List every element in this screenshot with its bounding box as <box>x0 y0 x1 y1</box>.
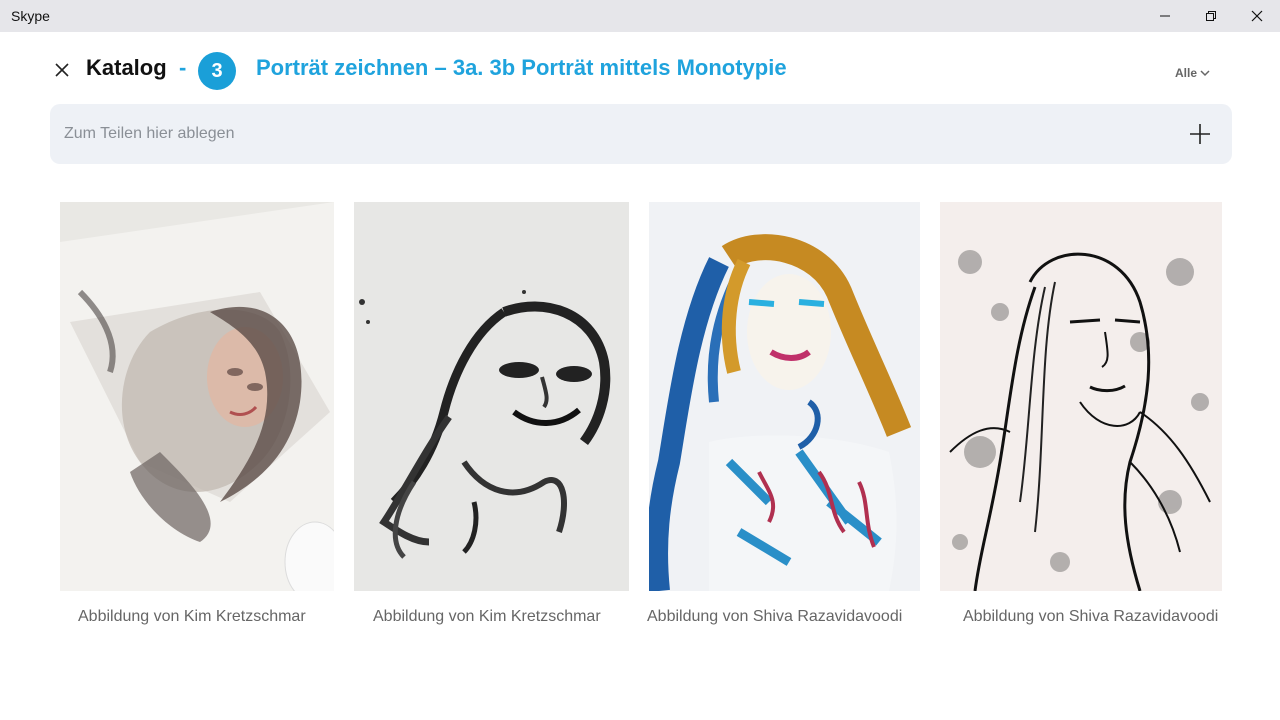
page-title: Katalog <box>86 55 167 80</box>
app-title: Skype <box>11 8 50 24</box>
close-catalog-button[interactable] <box>51 59 73 81</box>
artwork-image[interactable] <box>940 202 1222 591</box>
filter-dropdown[interactable]: Alle <box>1175 66 1210 80</box>
plus-icon <box>1190 124 1210 144</box>
title-separator: - <box>179 55 187 80</box>
dropzone-placeholder: Zum Teilen hier ablegen <box>64 125 235 142</box>
window-titlebar: Skype <box>0 0 1280 32</box>
artwork-caption: Abbildung von Kim Kretzschmar <box>373 608 601 625</box>
minimize-icon <box>1160 15 1170 17</box>
restore-icon <box>1206 11 1216 21</box>
chevron-down-icon <box>1200 70 1210 77</box>
close-icon <box>55 63 69 77</box>
artwork-caption: Abbildung von Shiva Razavidavoodi <box>647 608 903 625</box>
add-button[interactable] <box>1188 122 1212 146</box>
artwork-image[interactable] <box>60 202 334 591</box>
restore-button[interactable] <box>1188 0 1234 32</box>
close-icon <box>1251 10 1263 22</box>
artwork-image[interactable] <box>649 202 920 591</box>
artwork-image[interactable] <box>354 202 629 591</box>
share-dropzone[interactable]: Zum Teilen hier ablegen <box>50 104 1232 164</box>
artwork-caption: Abbildung von Kim Kretzschmar <box>78 608 306 625</box>
section-number-badge: 3 <box>198 52 236 90</box>
minimize-button[interactable] <box>1142 0 1188 32</box>
section-title: Porträt zeichnen – 3a. 3b Porträt mittel… <box>256 55 787 80</box>
artwork-caption: Abbildung von Shiva Razavidavoodi <box>963 608 1219 625</box>
close-window-button[interactable] <box>1234 0 1280 32</box>
filter-label: Alle <box>1175 66 1198 80</box>
